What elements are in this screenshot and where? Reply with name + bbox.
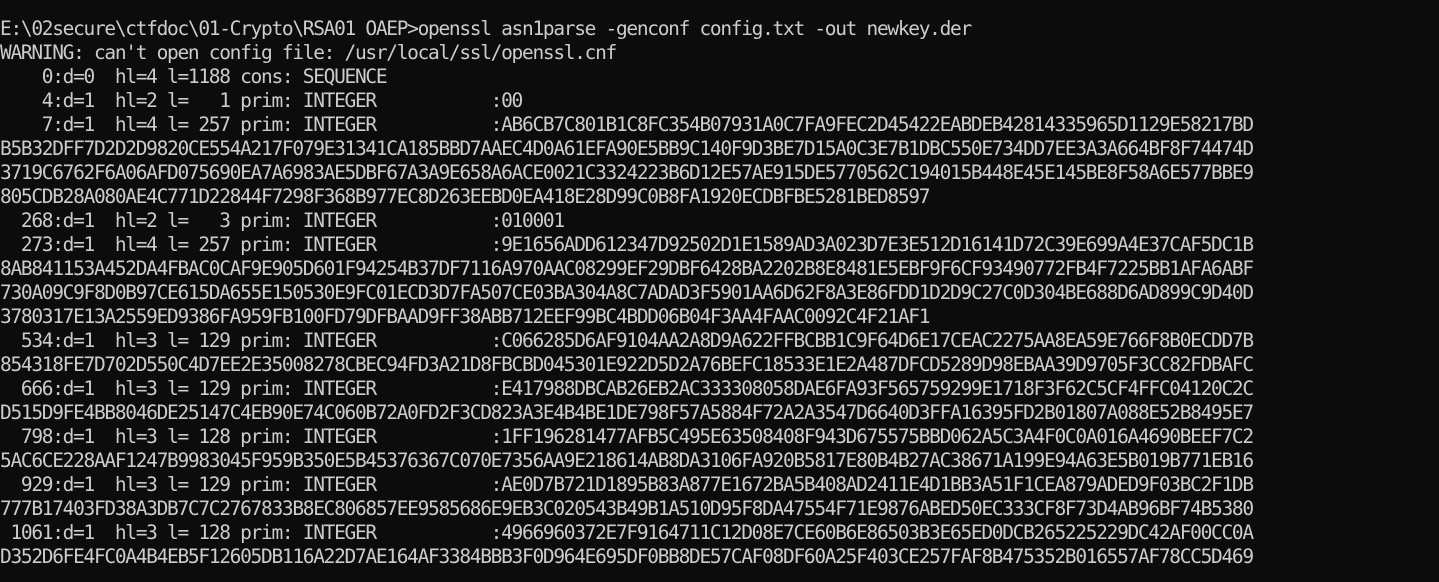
output-line: 534:d=1 hl=3 l= 129 prim: INTEGER :C0662… [0,329,1254,352]
output-line: 730A09C9F8D0B97CE615DA655E150530E9FC01EC… [0,281,1254,304]
output-line: 854318FE7D702D550C4D7EE2E35008278CBEC94F… [0,353,1254,376]
output-line: 5AC6CE228AAF1247B9983045F959B350E5B45376… [0,449,1254,472]
output-line: 4:d=1 hl=2 l= 1 prim: INTEGER :00 [0,89,524,112]
output-line: D352D6FE4FC0A4B4EB5F12605DB116A22D7AE164… [0,545,1254,568]
warning-line: WARNING: can't open config file: /usr/lo… [0,41,617,64]
output-line: 3719C6762F6A06AFD075690EA7A6983AE5DBF67A… [0,161,1254,184]
output-line: 8AB841153A452DA4FBAC0CAF9E905D601F94254B… [0,257,1254,280]
output-line: 929:d=1 hl=3 l= 129 prim: INTEGER :AE0D7… [0,473,1254,496]
output-line: 268:d=1 hl=2 l= 3 prim: INTEGER :010001 [0,209,565,232]
output-line: 273:d=1 hl=4 l= 257 prim: INTEGER :9E165… [0,233,1254,256]
command-line: E:\02secure\ctfdoc\01-Crypto\RSA01 OAEP>… [0,17,972,40]
output-line: 777B17403FD38A3DB7C7C2767833B8EC806857EE… [0,497,1254,520]
output-line: D515D9FE4BB8046DE25147C4EB90E74C060B72A0… [0,401,1254,424]
output-line: 666:d=1 hl=3 l= 129 prim: INTEGER :E4179… [0,377,1254,400]
output-line: 3780317E13A2559ED9386FA959FB100FD79DFBAA… [0,305,930,328]
output-line: 0:d=0 hl=4 l=1188 cons: SEQUENCE [0,65,388,88]
output-line: 1061:d=1 hl=3 l= 128 prim: INTEGER :4966… [0,521,1254,544]
terminal-window[interactable]: E:\02secure\ctfdoc\01-Crypto\RSA01 OAEP>… [0,0,1439,582]
output-line: 7:d=1 hl=4 l= 257 prim: INTEGER :AB6CB7C… [0,113,1254,136]
output-line: 798:d=1 hl=3 l= 128 prim: INTEGER :1FF19… [0,425,1254,448]
output-line: B5B32DFF7D2D2D9820CE554A217F079E31341CA1… [0,137,1254,160]
output-line: 805CDB28A080AE4C771D22844F7298F368B977EC… [0,185,930,208]
